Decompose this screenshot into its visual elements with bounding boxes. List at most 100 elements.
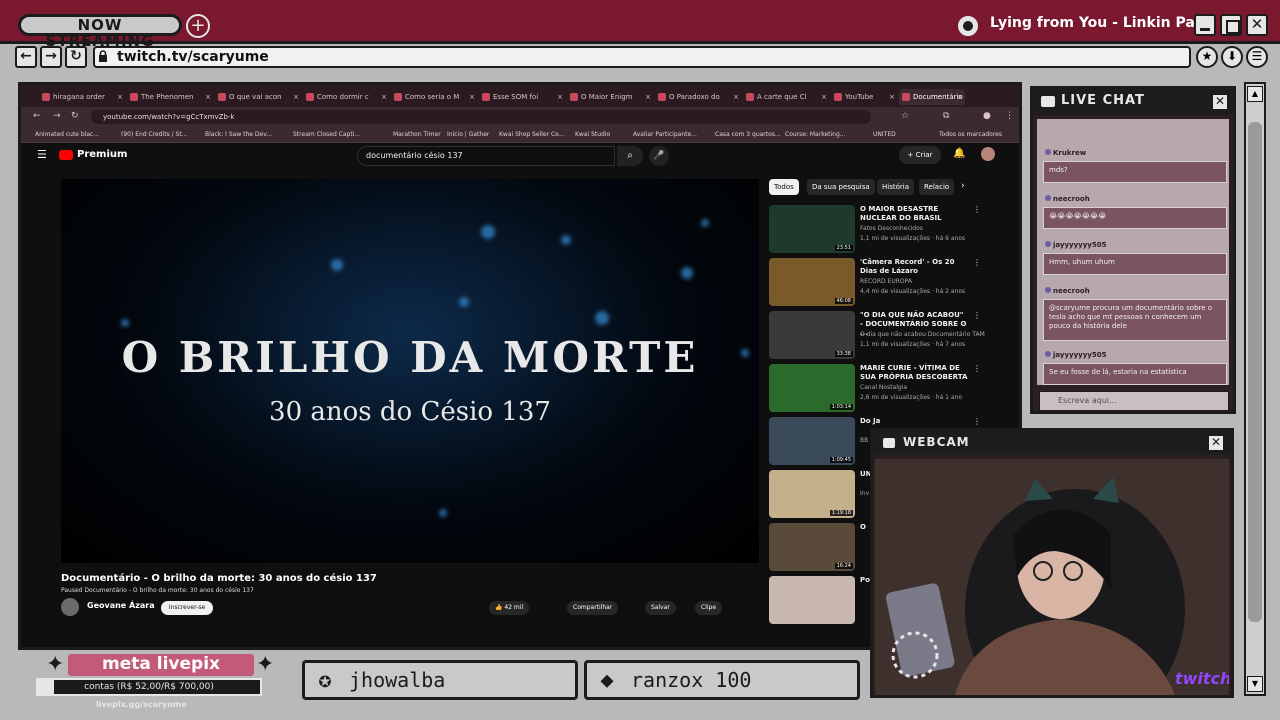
forward-arrow-icon[interactable]: →	[40, 46, 62, 68]
recommended-video[interactable]: 46:08 'Câmera Record' - Os 20 Dias de Láz…	[769, 258, 989, 310]
youtube-search-input[interactable]: documentário césio 137	[357, 146, 615, 166]
video-thumbnail[interactable]: 46:08	[769, 258, 855, 306]
browser-tab[interactable]: Como dormir c ×	[303, 89, 389, 105]
browser-back-icon[interactable]: ←	[33, 111, 41, 121]
profile-icon[interactable]: ●	[983, 111, 991, 121]
save-button[interactable]: Salvar	[645, 601, 676, 615]
bookmark-item[interactable]: Kwai Studio	[575, 127, 610, 143]
menu-icon[interactable]: ☰	[1246, 46, 1268, 68]
browser-forward-icon[interactable]: →	[53, 111, 61, 121]
maximize-button[interactable]	[1220, 14, 1242, 36]
more-options-icon[interactable]: ⋮	[973, 205, 981, 214]
close-tab-icon[interactable]: ×	[469, 89, 475, 105]
scroll-down-icon[interactable]: ▼	[1247, 676, 1263, 692]
bookmark-item[interactable]: Animated cute blac...	[35, 127, 99, 143]
browser-tab[interactable]: O Paradoxo do ×	[655, 89, 741, 105]
extensions-icon[interactable]: ⧉	[943, 111, 949, 121]
browser-tab[interactable]: hiragana order ×	[39, 89, 125, 105]
chip-history[interactable]: História	[877, 179, 914, 195]
video-thumbnail[interactable]: 1:03:14	[769, 364, 855, 412]
close-icon[interactable]: ✕	[1211, 93, 1229, 111]
scroll-up-icon[interactable]: ▲	[1247, 86, 1263, 102]
reload-icon[interactable]: ↻	[65, 46, 87, 68]
back-arrow-icon[interactable]: ←	[15, 46, 37, 68]
recommended-video-title[interactable]: MARIE CURIE - VÍTIMA DE SUA PRÓPRIA DESC…	[860, 364, 968, 382]
browser-reload-icon[interactable]: ↻	[71, 111, 79, 121]
bookmark-item[interactable]: Início | Gather	[447, 127, 489, 143]
recommended-video-title[interactable]: 'Câmera Record' - Os 20 Dias de Lázaro	[860, 258, 968, 276]
chip-related[interactable]: Relacio	[919, 179, 955, 195]
recommended-video-title[interactable]: O MAIOR DESASTRE NUCLEAR DO BRASIL	[860, 205, 968, 223]
bookmark-item[interactable]: Marathon Timer	[393, 127, 441, 143]
video-thumbnail[interactable]: 23:51	[769, 205, 855, 253]
close-tab-icon[interactable]: ×	[645, 89, 651, 105]
share-button[interactable]: Compartilhar	[567, 601, 619, 615]
bookmark-item[interactable]: Avaliar Participante...	[633, 127, 697, 143]
minimize-button[interactable]	[1194, 14, 1216, 36]
close-tab-icon[interactable]: ×	[889, 89, 895, 105]
video-thumbnail[interactable]	[769, 576, 855, 624]
close-tab-icon[interactable]: ×	[117, 89, 123, 105]
recommended-video[interactable]: 1:03:14 MARIE CURIE - VÍTIMA DE SUA PRÓPR…	[769, 364, 989, 416]
bookmark-item[interactable]: Course: Marketing...	[785, 127, 846, 143]
video-player[interactable]: O BRILHO DA MORTE 30 anos do Césio 137	[61, 179, 759, 563]
more-options-icon[interactable]: ⋮	[973, 258, 981, 267]
recommended-video[interactable]: 33:38 "O DIA QUE NÃO ACABOU" - DOCUMENTÁR…	[769, 311, 989, 363]
close-tab-icon[interactable]: ×	[821, 89, 827, 105]
video-thumbnail[interactable]: 1:19:18	[769, 470, 855, 518]
channel-name[interactable]: Geovane Ázara	[87, 601, 155, 610]
close-icon[interactable]: ✕	[1207, 434, 1225, 452]
close-tab-icon[interactable]: ×	[381, 89, 387, 105]
overlay-url-bar[interactable]: twitch.tv/scaryume	[93, 46, 1191, 68]
browser-tab[interactable]: Esse SOM foi ×	[479, 89, 565, 105]
create-button[interactable]: + Criar	[899, 146, 941, 164]
channel-avatar[interactable]	[61, 598, 79, 616]
recommended-video-title[interactable]: Do Ja	[860, 417, 968, 426]
more-options-icon[interactable]: ⋮	[973, 364, 981, 373]
browser-tab[interactable]: Como seria o M ×	[391, 89, 477, 105]
scrollbar[interactable]: ▲ ▼	[1244, 82, 1266, 696]
like-button[interactable]: 👍 42 mil	[489, 601, 530, 615]
close-tab-icon[interactable]: ×	[957, 89, 963, 105]
browser-tab[interactable]: O que vai acon ×	[215, 89, 301, 105]
bookmark-item[interactable]: Kwai Shop Seller Ce...	[499, 127, 565, 143]
bookmark-item[interactable]: UNITED	[873, 127, 896, 143]
bookmark-star-icon[interactable]: ☆	[901, 111, 909, 121]
browser-tab[interactable]: YouTube ×	[831, 89, 897, 105]
bookmark-item[interactable]: Todos os marcadores	[939, 127, 1002, 143]
close-tab-icon[interactable]: ×	[293, 89, 299, 105]
browser-menu-icon[interactable]: ⋮	[1005, 111, 1014, 121]
bookmark-item[interactable]: Black: I Saw the Dev...	[205, 127, 272, 143]
avatar[interactable]	[981, 147, 995, 161]
bookmark-item[interactable]: (90) End Credits / St...	[121, 127, 187, 143]
close-tab-icon[interactable]: ×	[205, 89, 211, 105]
browser-tab[interactable]: Documentário ×	[899, 89, 965, 105]
video-thumbnail[interactable]: 16:24	[769, 523, 855, 571]
browser-tab[interactable]: A carte que Cl ×	[743, 89, 829, 105]
microphone-icon[interactable]: 🎤	[649, 146, 669, 166]
chip-all[interactable]: Todos	[769, 179, 799, 195]
browser-tab[interactable]: The Phenomen ×	[127, 89, 213, 105]
search-icon[interactable]: ⌕	[617, 146, 643, 166]
notification-bell-icon[interactable]: 🔔	[953, 148, 965, 159]
add-button[interactable]: +	[186, 14, 210, 38]
chevron-right-icon[interactable]: ›	[961, 181, 965, 191]
close-tab-icon[interactable]: ×	[557, 89, 563, 105]
bookmark-item[interactable]: Casa com 3 quartos...	[715, 127, 781, 143]
browser-tab[interactable]: O Maior Enigm ×	[567, 89, 653, 105]
download-icon[interactable]: ⬇	[1221, 46, 1243, 68]
more-options-icon[interactable]: ⋮	[973, 311, 981, 320]
more-options-icon[interactable]: ⋮	[973, 417, 981, 426]
star-icon[interactable]: ★	[1196, 46, 1218, 68]
hamburger-menu-icon[interactable]: ☰	[37, 148, 47, 161]
scroll-thumb[interactable]	[1248, 122, 1262, 622]
chip-from-search[interactable]: Da sua pesquisa	[807, 179, 875, 195]
chat-input[interactable]: Escreva aqui...	[1039, 391, 1229, 411]
close-button[interactable]: ✕	[1246, 14, 1268, 36]
clip-button[interactable]: Clipe	[695, 601, 723, 615]
video-thumbnail[interactable]: 1:09:45	[769, 417, 855, 465]
subscribe-button[interactable]: Inscrever-se	[161, 601, 213, 615]
close-tab-icon[interactable]: ×	[733, 89, 739, 105]
browser-url-bar[interactable]: youtube.com/watch?v=gCcTxmvZb-k	[91, 110, 871, 124]
recommended-video[interactable]: 23:51 O MAIOR DESASTRE NUCLEAR DO BRASIL F…	[769, 205, 989, 257]
